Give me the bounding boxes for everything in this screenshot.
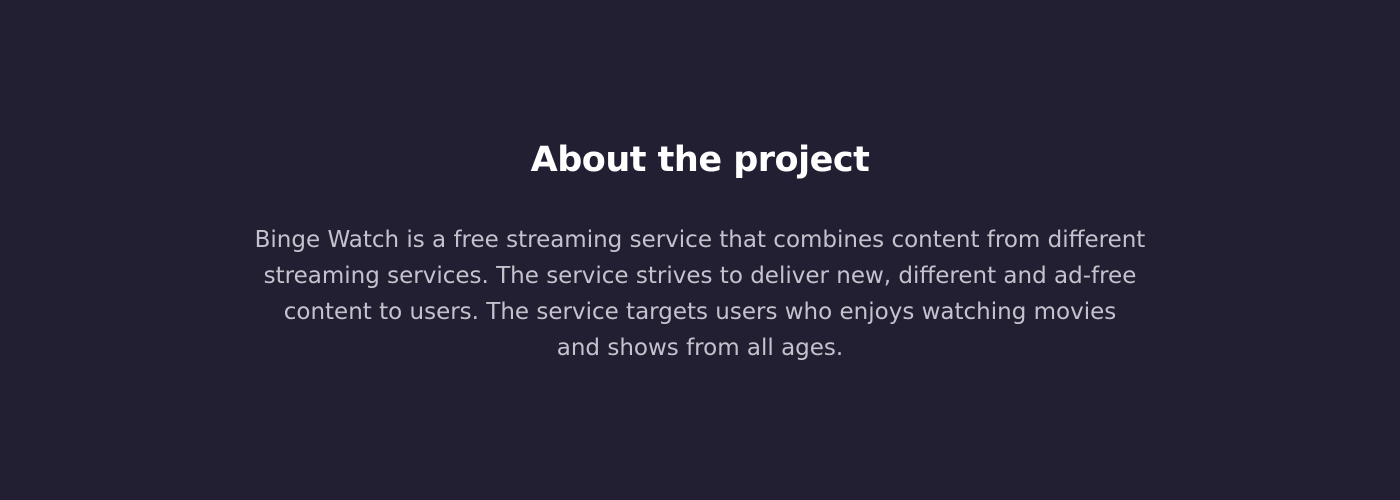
description-line: Binge Watch is a free streaming service …: [254, 227, 1146, 253]
description-line: and shows from all ages.: [556, 335, 844, 361]
section-description: Binge Watch is a free streaming service …: [0, 222, 1400, 366]
section-title: About the project: [530, 140, 870, 180]
description-line: streaming services. The service strives …: [263, 263, 1137, 289]
description-line: content to users. The service targets us…: [283, 299, 1117, 325]
